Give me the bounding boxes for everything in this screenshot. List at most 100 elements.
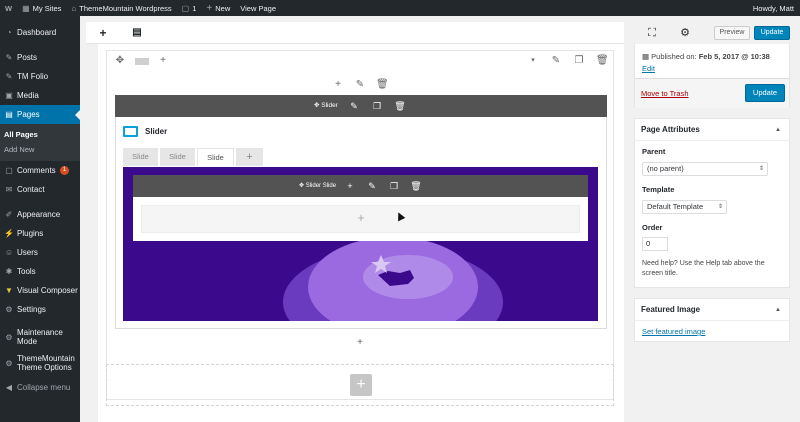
mail-icon: ✉ [5, 185, 13, 194]
sidebar-item-label: Visual Composer [17, 286, 78, 295]
sidebar-item-dashboard[interactable]: ◔ Dashboard [0, 23, 80, 42]
sidebar-item-label: Tools [17, 267, 36, 276]
clone-row-icon[interactable]: ❐ [573, 55, 585, 67]
tab-slide-3[interactable]: Slide [197, 148, 234, 166]
comment-icon: ▢ [5, 166, 13, 175]
sidebar-item-visual-composer[interactable]: ▼ Visual Composer [0, 281, 80, 300]
visual-composer-icon: ▼ [5, 286, 13, 295]
sidebar-item-comments[interactable]: ▢ Comments 1 [0, 161, 80, 180]
sidebar-item-label: Pages [17, 110, 40, 119]
collapse-menu-button[interactable]: ◀ Collapse menu [0, 378, 80, 397]
delete-slide-icon[interactable]: 🗑 [410, 180, 422, 192]
published-on: ▦ Published on: Feb 5, 2017 @ 10:38 [642, 52, 770, 61]
submenu-all-pages[interactable]: All Pages [0, 127, 80, 142]
sidebar-item-tm-folio[interactable]: ✎ TM Folio [0, 67, 80, 86]
sidebar-item-pages[interactable]: ▤ Pages [0, 105, 80, 124]
sidebar-item-tools[interactable]: ✱ Tools [0, 262, 80, 281]
sidebar-item-label: Collapse menu [17, 383, 71, 392]
clone-slider-icon[interactable]: ❐ [371, 100, 383, 112]
comments-count: 1 [192, 3, 197, 13]
gear-icon: ⚙ [5, 332, 13, 342]
set-featured-image-link[interactable]: Set featured image [642, 327, 705, 336]
sidebar-item-maintenance[interactable]: ⚙ Maintenance Mode [0, 325, 80, 349]
add-column-icon[interactable]: + [157, 55, 169, 67]
page-attributes-title: Page Attributes [641, 125, 700, 134]
clone-slide-icon[interactable]: ❐ [388, 180, 400, 192]
sidebar-item-appearance[interactable]: ✐ Appearance [0, 205, 80, 224]
edit-row-icon[interactable]: ✎ [550, 55, 562, 67]
featured-image-header[interactable]: Featured Image ▲ [635, 299, 789, 321]
add-element-below-icon[interactable]: + [354, 337, 366, 349]
delete-row-icon[interactable]: 🗑 [596, 55, 609, 67]
delete-slider-icon[interactable]: 🗑 [394, 100, 406, 112]
parent-label: Parent [642, 147, 666, 156]
order-input[interactable]: 0 [642, 237, 668, 251]
fullscreen-button[interactable]: ⛶ [645, 26, 659, 40]
collapse-toggle-icon[interactable]: ▲ [775, 119, 781, 141]
edit-column-icon[interactable]: ✎ [354, 79, 366, 91]
slider-title: Slider [123, 126, 167, 137]
add-slide-content-icon[interactable]: + [355, 211, 367, 225]
template-label: Template [642, 185, 675, 194]
maintenance-line-2: Mode [17, 337, 38, 346]
edit-slider-icon[interactable]: ✎ [348, 100, 360, 112]
pin-icon: ✎ [5, 53, 13, 62]
parent-select[interactable]: (no parent) ⇕ [642, 162, 768, 176]
new-label: New [215, 3, 231, 13]
template-select[interactable]: Default Template ⇕ [642, 200, 727, 214]
view-page-label: View Page [240, 3, 276, 13]
add-row-button[interactable]: + [350, 374, 372, 396]
comments-link[interactable]: ▢ 1 [177, 0, 202, 16]
edit-date-link[interactable]: Edit [642, 64, 655, 73]
move-row-icon[interactable]: ✥ [114, 55, 126, 67]
tab-slide-1[interactable]: Slide [123, 148, 158, 166]
sidebar-item-label: ThemeMountain Theme Options [17, 354, 75, 372]
dashboard-icon: ◔ [6, 28, 12, 37]
add-element-above-icon[interactable]: + [332, 79, 344, 91]
sidebar-item-label: Contact [17, 185, 45, 194]
sidebar-item-label: Settings [17, 305, 46, 314]
new-content-link[interactable]: + New [201, 0, 235, 16]
add-slide-tab[interactable]: + [236, 148, 263, 166]
collapse-toggle-icon[interactable]: ▲ [775, 299, 781, 321]
preview-button[interactable]: Preview [714, 26, 750, 40]
update-button[interactable]: Update [745, 84, 785, 102]
slider-element-label[interactable]: ✥ Slider [314, 101, 338, 111]
sidebar-item-users[interactable]: ☺ Users [0, 243, 80, 262]
sidebar-item-tm-options[interactable]: ⚙ ThemeMountain Theme Options [0, 351, 80, 375]
delete-column-icon[interactable]: 🗑 [376, 79, 389, 91]
templates-button[interactable]: ▤ [130, 26, 144, 40]
row-layout-handle[interactable] [135, 58, 149, 65]
site-name-link[interactable]: ⌂ ThemeMountain Wordpress [66, 0, 176, 16]
sidebar-item-posts[interactable]: ✎ Posts [0, 48, 80, 67]
wp-logo-button[interactable]: W [0, 0, 17, 16]
add-to-slide-icon[interactable]: + [344, 180, 356, 192]
slider-element-bar: ✥ Slider ✎ ❐ 🗑 [115, 95, 607, 117]
slider-slide-label[interactable]: ✥ Slider Slide [299, 181, 336, 191]
my-sites-link[interactable]: ▦ My Sites [17, 0, 66, 16]
settings-button[interactable]: ⚙ [678, 26, 692, 40]
sidebar-item-label: TM Folio [17, 72, 49, 81]
submenu-add-new[interactable]: Add New [0, 142, 80, 157]
comment-icon: ▢ [181, 3, 190, 13]
sidebar-item-contact[interactable]: ✉ Contact [0, 180, 80, 199]
tab-slide-2[interactable]: Slide [160, 148, 195, 166]
chevron-down-icon[interactable]: ▾ [527, 55, 539, 67]
edit-slide-icon[interactable]: ✎ [366, 180, 378, 192]
update-button-top[interactable]: Update [754, 26, 790, 40]
sidebar-item-settings[interactable]: ⚙ Settings [0, 300, 80, 319]
sidebar-item-media[interactable]: ▣ Media [0, 86, 80, 105]
publish-actions: Move to Trash Update [635, 78, 789, 108]
account-menu[interactable]: Howdy, Matt [748, 0, 800, 16]
move-to-trash-link[interactable]: Move to Trash [641, 89, 689, 98]
view-page-link[interactable]: View Page [235, 0, 281, 16]
page-attributes-header[interactable]: Page Attributes ▲ [635, 119, 789, 141]
plus-icon: + [206, 2, 213, 14]
add-element-button[interactable]: + [96, 26, 110, 40]
published-date: Feb 5, 2017 @ 10:38 [698, 52, 770, 61]
template-value: Default Template [647, 202, 704, 211]
sidebar-item-label: Appearance [17, 210, 61, 219]
settings-icon: ⚙ [5, 305, 13, 314]
sidebar-item-plugins[interactable]: ⚡ Plugins [0, 224, 80, 243]
sidebar-item-label: Users [17, 248, 38, 257]
